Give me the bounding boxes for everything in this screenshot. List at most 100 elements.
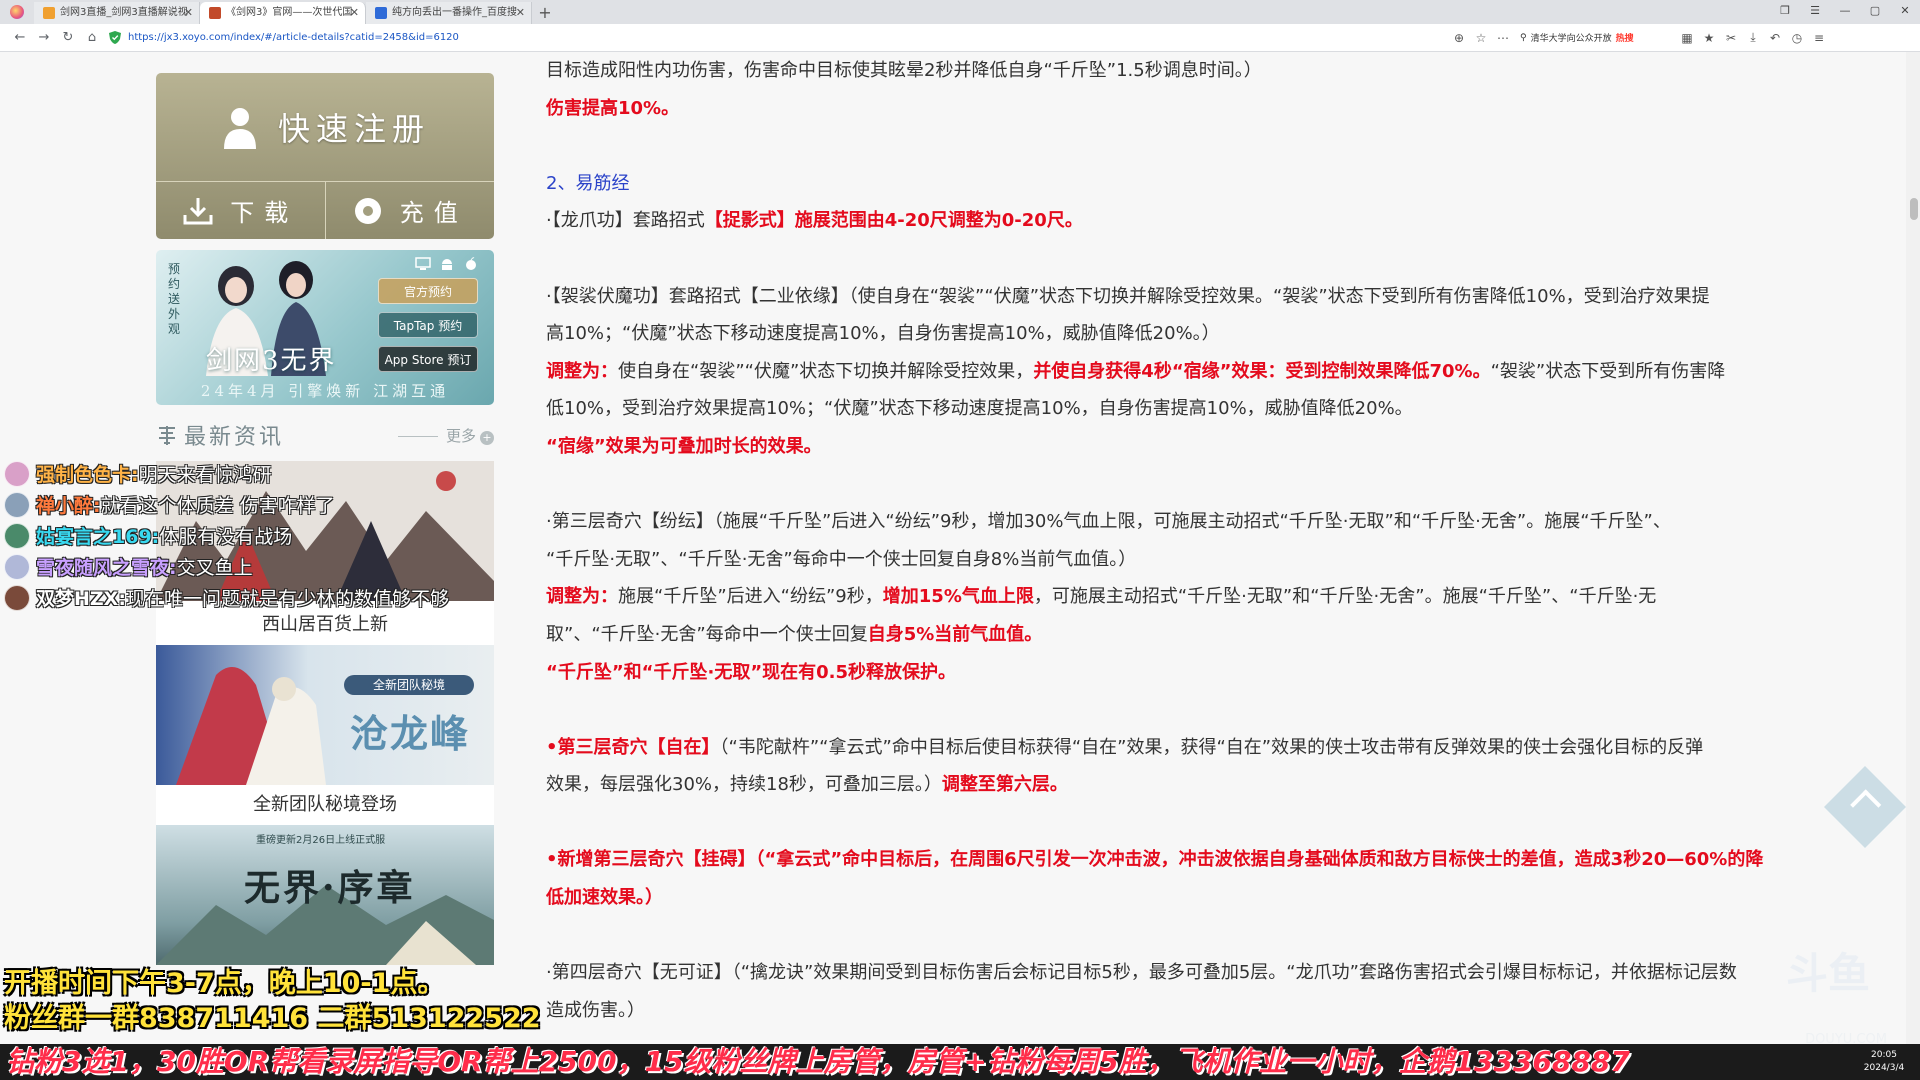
undo-icon[interactable]: ↶ [1764,31,1786,45]
promo-title: 剑网3无界 [206,346,337,376]
restore-icon[interactable]: ▢ [1860,0,1890,24]
address-bar-tools: ⊕ ☆ ⋯ ⚲ 清华大学向公众开放 热搜 ▦ ★ ✂ ⤓ ↶ ◷ ≡ [1448,28,1830,48]
article-paragraph: ·【龙爪功】套路招式【捉影式】施展范围由4-20尺调整为0-20尺。 [546,202,1846,240]
appstore-reserve-button[interactable]: App Store 预订 [378,346,478,372]
stream-schedule: 开播时间下午3-7点，晚上10-1点。 [4,968,445,999]
article-paragraph: 取”、“千斤坠·无舍”每命中一个侠士回复自身5%当前气血值。 [546,616,1846,654]
reload-icon[interactable]: ↻ [56,30,80,45]
chat-text: 交叉鱼上 [176,557,253,579]
zoom-icon[interactable]: ⊕ [1448,31,1470,45]
history-icon[interactable]: ◷ [1786,31,1808,45]
download-icon[interactable]: ⤓ [1742,30,1764,45]
close-icon[interactable]: ✕ [184,2,193,24]
jx3-wujie-promo-banner[interactable]: 预约送外观 剑网3无界 24年4月 引擎焕新 江湖互通 官方预约 TapTap … [156,250,494,405]
latest-news-title: 最新资讯 [156,419,284,451]
close-icon[interactable]: ✕ [516,2,525,24]
news-caption: 全新团队秘境登场 [253,794,397,815]
article-paragraph: “千斤坠·无取”、“千斤坠·无舍”每命中一个侠士回复自身8%当前气血值。） [546,548,1137,570]
news-more-label: 更多 [445,427,476,445]
article-change-note: 低加速效果。） [546,887,663,909]
clock-date: 2024/3/4 [1863,1063,1905,1073]
search-placeholder: 清华大学向公众开放 [1530,34,1612,44]
news-more-link[interactable]: 更多 + [397,425,494,446]
apple-icon [462,256,480,270]
chat-text: 现在唯一问题就是有少林的数值够不够 [125,588,449,610]
fan-group-numbers: 粉丝群一群838711416 二群513122522 [4,1003,541,1034]
bookmark-star-icon[interactable]: ☆ [1470,31,1492,45]
more-icon[interactable]: ⋯ [1492,31,1514,45]
url-field[interactable]: https://jx3.xoyo.com/index/#/article-det… [108,27,1438,49]
article-paragraph: ·【袈裟伏魔功】套路招式【二业依缘】（使自身在“袈裟”“伏魔”状态下切换并解除受… [546,285,1710,307]
window-close-icon[interactable]: ✕ [1890,0,1920,24]
chat-username: 强制色色卡: [36,464,139,486]
plus-icon: + [480,431,494,445]
article-paragraph: 低10%，受到治疗效果提高10%；“伏魔”状态下移动速度提高10%，自身伤害提高… [546,398,1413,420]
browser-logo-icon[interactable] [0,0,34,24]
article-paragraph: 效果，每层强化30%，持续18秒，可叠加三层。）调整至第六层。 [546,766,1846,804]
window-controls: ❐ ☰ — ▢ ✕ [1770,0,1920,24]
settings-menu-icon[interactable]: ≡ [1808,31,1830,45]
article-paragraph: 调整为：施展“千斤坠”后进入“纷纭”9秒，增加15%气血上限，可施展主动招式“千… [546,578,1846,616]
article-text: 取”、“千斤坠·无舍”每命中一个侠士回复 [546,623,868,645]
article-paragraph: 调整为：使自身在“袈裟”“伏魔”状态下切换并解除受控效果，并使自身获得4秒“宿缘… [546,353,1846,391]
official-reserve-button[interactable]: 官方预约 [378,278,478,304]
chat-message: 姑宴言之169: 体服有没有战场 [4,520,544,551]
close-icon[interactable]: ✕ [350,2,359,24]
register-actions: 下载 充值 [156,181,494,239]
new-tab-icon[interactable]: + [532,2,558,24]
chat-username: 姑宴言之169: [36,526,160,548]
article-text: ·【龙爪功】套路招式 [546,210,705,232]
tab-jx3-official[interactable]: 《剑网3》官网——次世代国 ✕ [200,2,366,24]
clock-time: 20:05 [1871,1050,1897,1060]
download-icon [183,197,213,224]
scrollbar-thumb[interactable] [1910,198,1918,220]
douyu-favicon-icon [43,7,55,19]
taskbar-clock: 20:05 2024/3/4 [1854,1049,1914,1075]
news-icon [159,426,175,445]
news-item[interactable]: 重磅更新2月26日上线正式服 无界·序章 [156,825,494,965]
news-overlay-text: 全新团队秘境 [344,675,474,695]
search-input[interactable]: ⚲ 清华大学向公众开放 热搜 [1520,28,1670,48]
recharge-label: 充值 [399,199,468,227]
recharge-button[interactable]: 充值 [324,182,495,239]
taptap-reserve-button[interactable]: TapTap 预约 [378,312,478,338]
tab-list-icon[interactable]: ❐ [1770,0,1800,24]
minimize-icon[interactable]: — [1830,0,1860,24]
android-icon [438,256,456,270]
article-change-note: 【捉影式】施展范围由4-20尺调整为0-20尺。 [704,210,1083,232]
chat-message: 雪夜随风之雪夜: 交叉鱼上 [4,551,544,582]
forward-icon[interactable]: → [32,30,56,45]
download-label: 下载 [230,199,299,227]
apps-grid-icon[interactable]: ▦ [1676,31,1698,45]
quick-register-label: 快速注册 [277,110,430,148]
secure-shield-icon [108,31,122,45]
download-button[interactable]: 下载 [156,182,325,239]
scissors-icon[interactable]: ✂ [1720,31,1742,45]
jx3-favicon-icon [209,7,221,19]
chat-message: 强制色色卡: 明天来看惊鸿研 [4,458,544,489]
article-change-note: •第三层奇穴【自在】 [546,736,720,758]
article-change-note: •新增第三层奇穴【挂碍】（“拿云式”命中目标后，在周围6尺引发一次冲击波，冲击波… [546,849,1764,871]
tab-title: 《剑网3》官网——次世代国 [226,7,353,18]
tab-douyu[interactable]: 剑网3直播_剑网3直播解说视 ✕ [34,2,200,24]
news-big-title: 沧龙峰 [349,711,470,756]
home-icon[interactable]: ⌂ [80,30,104,45]
article-change-note: “千斤坠”和“千斤坠·无取”现在有0.5秒释放保护。 [546,661,957,683]
quick-register-button[interactable]: 快速注册 [156,73,494,181]
article-change-note: 伤害提高10%。 [546,97,680,119]
article-body: 目标造成阳性内功伤害，伤害命中目标使其眩晕2秒并降低自身“千斤坠”1.5秒调息时… [546,52,1846,1029]
back-icon[interactable]: ← [8,30,32,45]
douyu-logo: 斗鱼 [1786,949,1871,998]
article-change-note: 并使自身获得4秒“宿缘”效果：受到控制效果降低70%。 [1033,360,1491,382]
danmaku-chat: 强制色色卡: 明天来看惊鸿研 禅小醉: 就看这个体质差 伤害咋样了 姑宴言之16… [4,458,544,613]
person-icon [223,108,256,149]
news-item[interactable]: 全新团队秘境 沧龙峰 全新团队秘境登场 [156,645,494,825]
baidu-favicon-icon [375,7,387,19]
menu-icon[interactable]: ☰ [1800,0,1830,24]
favorites-icon[interactable]: ★ [1698,31,1720,45]
avatar [4,460,30,487]
hot-search-badge: 热搜 [1615,34,1634,44]
page-scrollbar[interactable] [1906,52,1920,1052]
tab-baidu[interactable]: 纯方向丢出一番操作_百度搜 ✕ [366,2,532,24]
avatar [4,522,30,549]
